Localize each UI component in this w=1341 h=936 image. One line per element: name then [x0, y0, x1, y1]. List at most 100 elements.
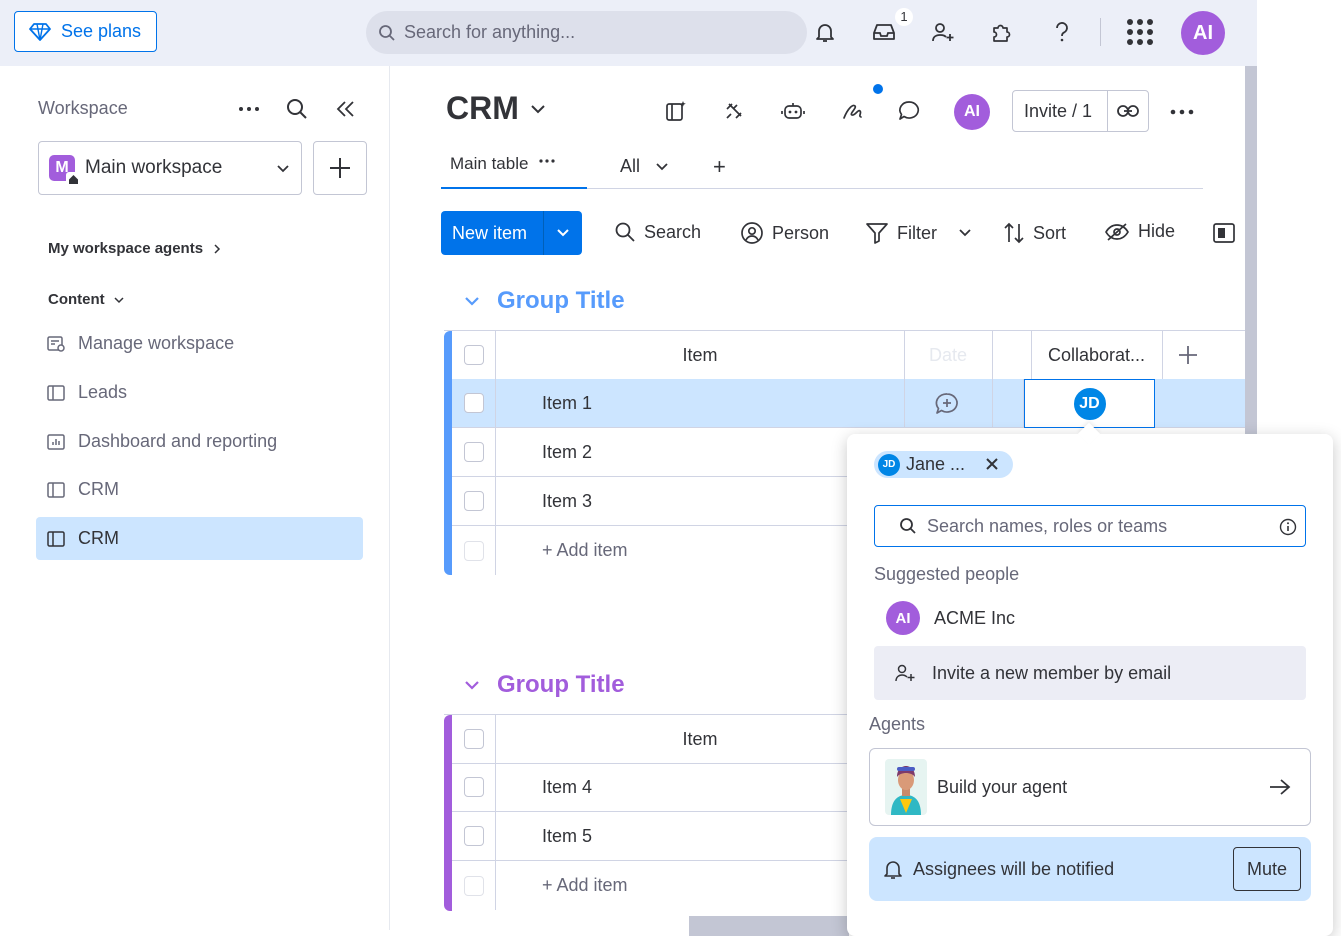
- row-select-cell[interactable]: [452, 812, 496, 860]
- invite-button[interactable]: Invite / 1: [1012, 90, 1149, 132]
- table-row[interactable]: Item 1 JD: [452, 379, 1245, 428]
- tab-more-icon[interactable]: [538, 154, 556, 166]
- checkbox[interactable]: [463, 826, 484, 846]
- global-search-input[interactable]: Search for anything...: [366, 11, 807, 54]
- workspace-selector[interactable]: M Main workspace: [38, 141, 302, 195]
- checkbox[interactable]: [463, 729, 484, 749]
- sort-button[interactable]: Sort: [1003, 221, 1066, 245]
- group-color-bar: [444, 715, 452, 911]
- people-search-field[interactable]: [874, 505, 1306, 547]
- group-title-1[interactable]: Group Title: [463, 287, 625, 315]
- help-icon[interactable]: [1048, 18, 1076, 46]
- info-icon[interactable]: [1279, 518, 1297, 536]
- tab-main-table[interactable]: Main table: [441, 148, 587, 189]
- checkbox[interactable]: [463, 393, 484, 413]
- content-heading[interactable]: Content: [48, 291, 125, 308]
- integrations-puzzle-icon[interactable]: [988, 18, 1016, 46]
- search-icon: [614, 221, 636, 243]
- workspace-search-icon[interactable]: [284, 96, 310, 122]
- invite-by-email-option[interactable]: Invite a new member by email: [874, 646, 1306, 700]
- user-avatar[interactable]: AI: [1181, 11, 1225, 55]
- add-update-icon[interactable]: [934, 391, 960, 417]
- remove-chip-icon[interactable]: [985, 457, 999, 471]
- workspace-more-icon[interactable]: [236, 96, 262, 122]
- sidekick-icon[interactable]: [663, 98, 689, 124]
- group-title-2[interactable]: Group Title: [463, 671, 625, 699]
- item-name[interactable]: Item 2: [542, 428, 592, 476]
- row-select-cell[interactable]: [452, 477, 496, 525]
- chevron-down-icon[interactable]: [544, 225, 582, 241]
- chevron-down-icon[interactable]: [957, 225, 973, 241]
- layout-icon[interactable]: [1212, 221, 1236, 245]
- global-search-placeholder: Search for anything...: [404, 22, 576, 42]
- sidebar-item-crm-active[interactable]: CRM: [36, 517, 363, 560]
- filter-button[interactable]: Filter: [865, 221, 973, 245]
- add-column-button[interactable]: [1162, 331, 1214, 379]
- chevron-down-icon[interactable]: [463, 676, 481, 694]
- item-name[interactable]: Item 5: [542, 812, 592, 860]
- horizontal-scrollbar[interactable]: [689, 916, 849, 936]
- person-name: ACME Inc: [934, 607, 1016, 628]
- view-tabs: Main table All +: [441, 148, 1203, 189]
- build-agent-card[interactable]: Build your agent: [869, 748, 1311, 826]
- search-button[interactable]: Search: [614, 221, 701, 243]
- workspace-agents-heading[interactable]: My workspace agents: [48, 240, 223, 257]
- sidebar-item-crm[interactable]: CRM: [36, 468, 363, 511]
- person-icon: [740, 221, 764, 245]
- collaborator-avatar[interactable]: JD: [1071, 385, 1108, 422]
- invite-members-icon[interactable]: [929, 18, 957, 46]
- collaborators-cell-active[interactable]: JD: [1024, 379, 1155, 428]
- hide-button[interactable]: Hide: [1104, 221, 1175, 242]
- column-header-item[interactable]: Item: [496, 331, 904, 379]
- group-color-bar: [444, 331, 452, 575]
- inbox-icon[interactable]: [870, 18, 898, 46]
- select-all-cell[interactable]: [452, 331, 496, 379]
- bell-icon[interactable]: [811, 18, 839, 46]
- sort-icon: [1003, 221, 1025, 245]
- board-more-icon[interactable]: [1168, 100, 1196, 124]
- updates-chat-icon[interactable]: [896, 98, 922, 124]
- copy-link-icon[interactable]: [1108, 103, 1148, 119]
- selected-person-chip[interactable]: JD Jane ...: [874, 451, 1013, 478]
- people-picker-popup: JD Jane ... Suggested people AI ACME Inc…: [847, 422, 1333, 936]
- see-plans-label: See plans: [61, 21, 142, 41]
- collapse-sidebar-icon[interactable]: [332, 96, 358, 122]
- checkbox[interactable]: [463, 345, 484, 365]
- board-user-avatar[interactable]: AI: [954, 94, 990, 130]
- column-header-item[interactable]: Item: [496, 715, 904, 763]
- sidebar-item-dashboard[interactable]: Dashboard and reporting: [36, 420, 363, 463]
- tab-all[interactable]: All: [620, 156, 670, 177]
- build-agent-label: Build your agent: [937, 776, 1068, 797]
- add-item-input[interactable]: + Add item: [542, 526, 628, 575]
- see-plans-button[interactable]: See plans: [14, 11, 157, 52]
- column-header-collaborators[interactable]: Collaborat...: [1031, 331, 1162, 379]
- select-all-cell[interactable]: [452, 715, 496, 763]
- automations-robot-icon[interactable]: [780, 98, 806, 124]
- sidebar-item-manage-workspace[interactable]: Manage workspace: [36, 322, 363, 365]
- item-name[interactable]: Item 1: [542, 379, 592, 427]
- people-search-input[interactable]: [927, 515, 1257, 537]
- mute-button[interactable]: Mute: [1233, 847, 1301, 891]
- suggested-person-item[interactable]: AI ACME Inc: [874, 596, 1306, 640]
- tab-all-label: All: [620, 156, 641, 176]
- apps-grid-icon[interactable]: [1126, 18, 1154, 46]
- whiteboard-icon[interactable]: [840, 98, 866, 124]
- integrate-icon[interactable]: [721, 98, 747, 124]
- row-select-cell[interactable]: [452, 763, 496, 811]
- row-select-cell[interactable]: [452, 428, 496, 476]
- person-filter-button[interactable]: Person: [740, 221, 829, 245]
- checkbox[interactable]: [463, 442, 484, 462]
- checkbox[interactable]: [463, 491, 484, 511]
- item-name[interactable]: Item 4: [542, 763, 592, 811]
- add-to-workspace-button[interactable]: [313, 141, 367, 195]
- row-select-cell[interactable]: [452, 379, 496, 427]
- sidebar-item-leads[interactable]: Leads: [36, 371, 363, 414]
- chevron-down-icon[interactable]: [463, 292, 481, 310]
- checkbox[interactable]: [463, 777, 484, 797]
- add-view-button[interactable]: +: [713, 154, 726, 180]
- column-header-date[interactable]: Date: [904, 331, 992, 379]
- item-name[interactable]: Item 3: [542, 477, 592, 525]
- add-item-input[interactable]: + Add item: [542, 861, 628, 910]
- board-title[interactable]: CRM: [446, 90, 547, 127]
- new-item-button[interactable]: New item: [441, 211, 582, 255]
